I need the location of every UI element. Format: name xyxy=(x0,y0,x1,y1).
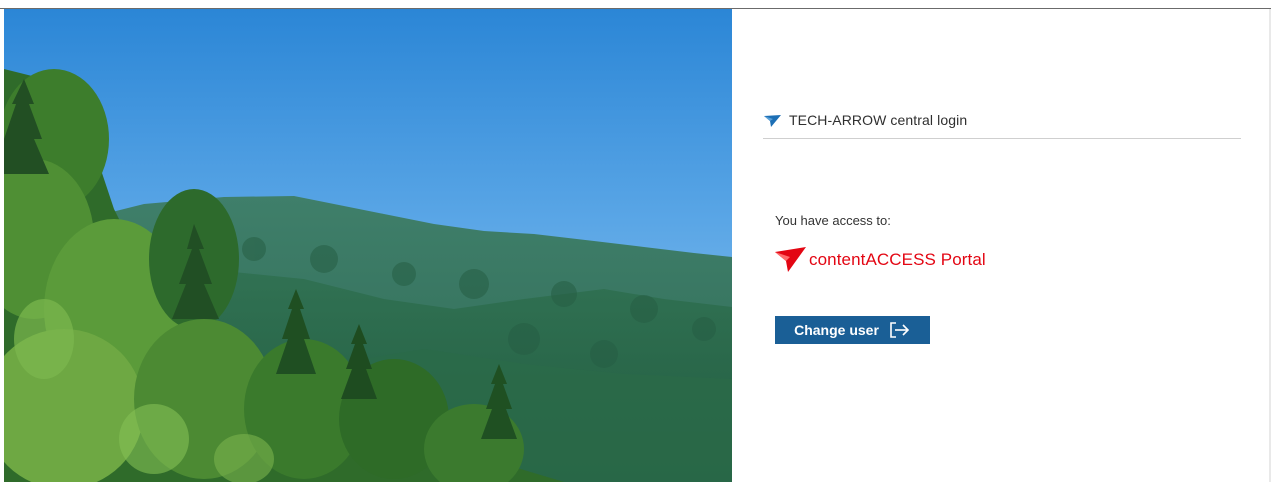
login-header: TECH-ARROW central login xyxy=(764,110,967,130)
page-title: TECH-ARROW central login xyxy=(789,112,968,128)
change-user-button[interactable]: Change user xyxy=(775,316,930,344)
contentaccess-logo-icon xyxy=(775,247,806,272)
tech-arrow-logo-icon xyxy=(764,114,781,127)
app-name: contentACCESS Portal xyxy=(809,249,986,269)
header-divider xyxy=(763,138,1241,139)
login-page: TECH-ARROW central login You have access… xyxy=(0,0,1271,482)
hero-landscape-image xyxy=(4,9,732,482)
window-top-edge xyxy=(0,0,1271,9)
login-panel: TECH-ARROW central login You have access… xyxy=(732,9,1269,482)
change-user-label: Change user xyxy=(794,322,879,338)
access-label: You have access to: xyxy=(775,213,891,228)
app-link-contentaccess-portal[interactable]: contentACCESS Portal xyxy=(775,247,986,272)
sign-out-icon xyxy=(889,322,911,338)
